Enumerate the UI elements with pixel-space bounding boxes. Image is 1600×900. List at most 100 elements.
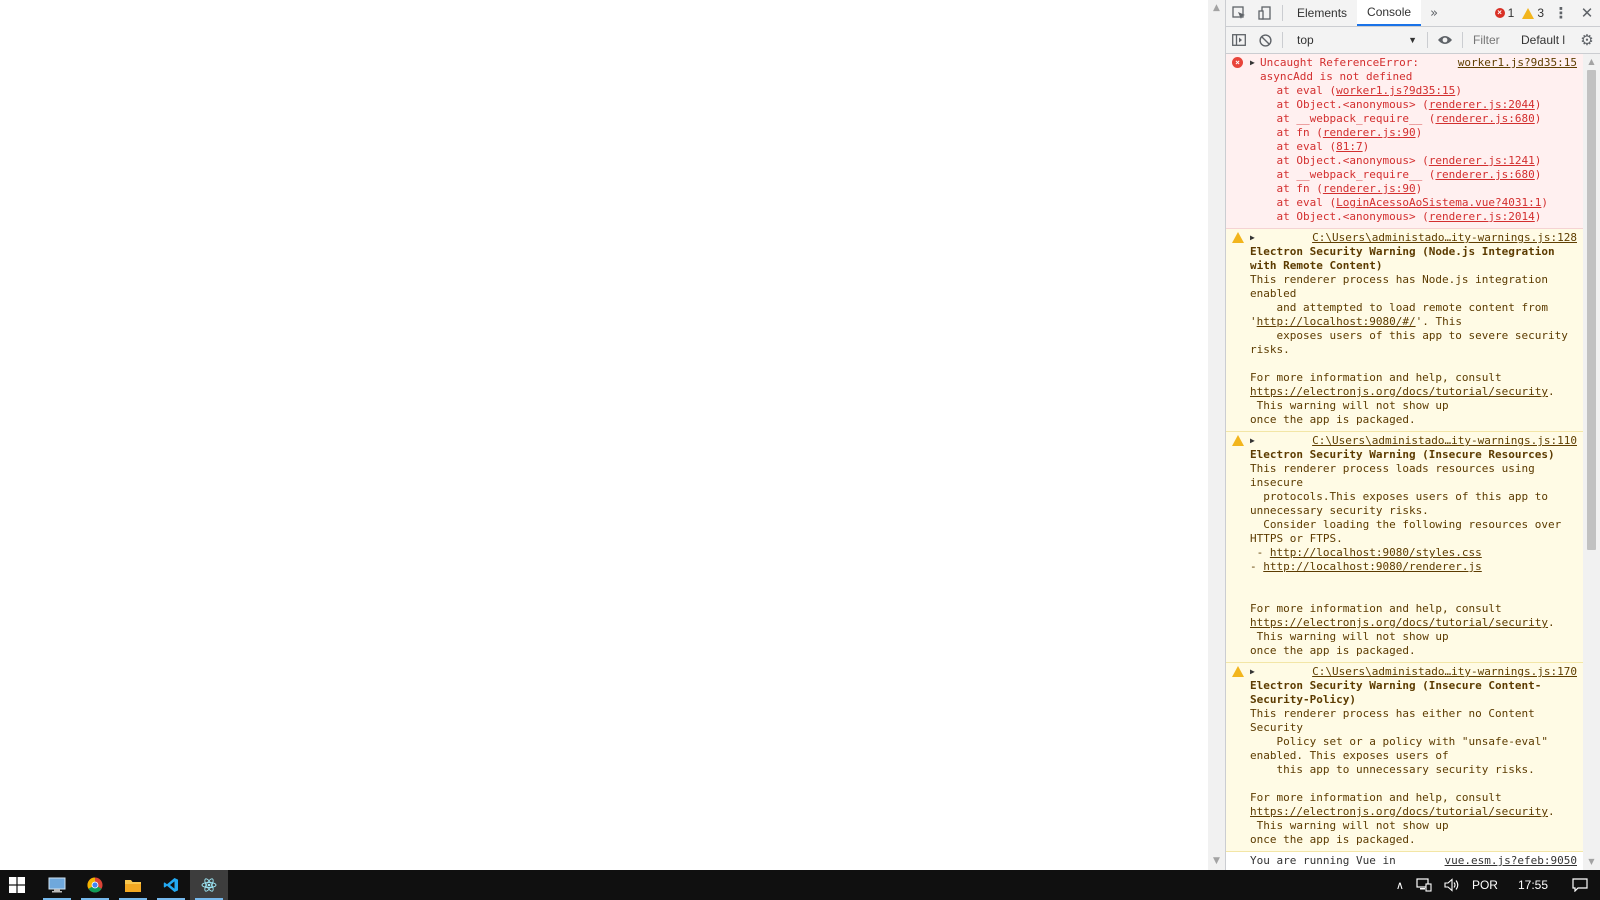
console-warning-message[interactable]: ▶ C:\Users\administado…ity-warnings.js:11…: [1226, 432, 1583, 663]
stack-frame: at eval (worker1.js?9d35:15): [1250, 84, 1577, 98]
taskbar-app-electron[interactable]: [190, 870, 228, 900]
expand-triangle-icon[interactable]: ▶: [1250, 231, 1260, 245]
folder-icon: [125, 879, 141, 892]
stack-frame: at Object.<anonymous> (renderer.js:2014): [1250, 210, 1577, 224]
stack-trace: at eval (worker1.js?9d35:15) at Object.<…: [1250, 84, 1577, 224]
show-hidden-icons-chevron-icon[interactable]: ∧: [1390, 870, 1410, 900]
console-warning-message[interactable]: ▶ C:\Users\administado…ity-warnings.js:17…: [1226, 663, 1583, 852]
warning-text: [1250, 574, 1257, 587]
tab-console[interactable]: Console: [1357, 0, 1422, 26]
warning-link[interactable]: http://localhost:9080/styles.css: [1270, 546, 1482, 559]
warning-text: [1250, 777, 1257, 790]
expand-triangle-icon[interactable]: ▶: [1250, 434, 1260, 448]
stack-frame: at Object.<anonymous> (renderer.js:2044): [1250, 98, 1577, 112]
kebab-menu-icon[interactable]: ⋮: [1548, 0, 1574, 26]
stack-frame-link[interactable]: renderer.js:680: [1435, 168, 1534, 181]
taskbar-app-file-explorer[interactable]: [114, 870, 152, 900]
console-settings-gear-icon[interactable]: ⚙: [1574, 27, 1600, 53]
stack-frame-link[interactable]: LoginAcessoAoSistema.vue?4031:1: [1336, 196, 1541, 209]
warning-link[interactable]: https://electronjs.org/docs/tutorial/sec…: [1250, 385, 1548, 398]
console-error-message[interactable]: × ▶ Uncaught ReferenceError: asyncAdd is…: [1226, 54, 1583, 229]
warning-text: .: [1548, 385, 1555, 398]
console-info-message[interactable]: You are running Vue in vue.esm.js?efeb:9…: [1226, 852, 1583, 870]
warning-link[interactable]: https://electronjs.org/docs/tutorial/sec…: [1250, 616, 1548, 629]
warning-counter[interactable]: 3: [1522, 6, 1544, 20]
taskbar-app-remote-desktop[interactable]: [38, 870, 76, 900]
start-button[interactable]: [0, 870, 34, 900]
warning-body-line: - http://localhost:9080/styles.css: [1250, 546, 1577, 560]
stack-frame-link[interactable]: renderer.js:1241: [1429, 154, 1535, 167]
info-source-link[interactable]: vue.esm.js?efeb:9050: [1445, 854, 1577, 868]
inspect-element-icon[interactable]: [1226, 0, 1252, 26]
clear-console-icon[interactable]: [1252, 27, 1278, 53]
device-toolbar-icon[interactable]: [1252, 0, 1278, 26]
warning-icon: [1232, 232, 1244, 243]
scroll-up-arrow-icon[interactable]: ▲: [1583, 54, 1600, 70]
warning-text: and attempted to load remote content fro…: [1250, 301, 1549, 314]
tab-elements[interactable]: Elements: [1287, 0, 1357, 26]
volume-icon[interactable]: [1438, 870, 1466, 900]
devtools-tabbar: Elements Console » × 1 3 ⋮ ✕: [1226, 0, 1600, 27]
more-tabs-chevron-icon[interactable]: »: [1421, 0, 1447, 26]
stack-frame-link[interactable]: renderer.js:680: [1435, 112, 1534, 125]
scroll-down-arrow-icon[interactable]: ▼: [1583, 854, 1600, 870]
language-indicator[interactable]: POR: [1466, 870, 1504, 900]
warning-text: [1250, 357, 1257, 370]
expand-triangle-icon[interactable]: ▶: [1250, 665, 1260, 679]
stack-frame-link[interactable]: renderer.js:2014: [1429, 210, 1535, 223]
console-toolbar: top ▼ Default levels ⚙: [1226, 27, 1600, 54]
action-center-icon[interactable]: [1562, 870, 1600, 900]
taskbar-app-vscode[interactable]: [152, 870, 190, 900]
log-levels-dropdown[interactable]: Default levels: [1521, 33, 1565, 47]
scroll-up-arrow-icon[interactable]: ▲: [1208, 0, 1225, 17]
toolbar-divider: [1282, 5, 1283, 21]
console-scrollbar[interactable]: ▲ ▼: [1583, 54, 1600, 870]
stack-frame-text: ): [1534, 154, 1542, 167]
stack-frame-link[interactable]: renderer.js:90: [1323, 182, 1416, 195]
live-expression-eye-icon[interactable]: [1432, 27, 1458, 53]
warning-text: This warning will not show up: [1250, 399, 1449, 412]
context-selector[interactable]: top ▼: [1291, 30, 1423, 50]
system-tray: ∧ POR 17:55: [1390, 870, 1600, 900]
console-sidebar-icon[interactable]: [1226, 27, 1252, 53]
warning-source-link[interactable]: C:\Users\administado…ity-warnings.js:110: [1312, 434, 1577, 448]
warning-source-link[interactable]: C:\Users\administado…ity-warnings.js:170: [1312, 665, 1577, 679]
clock[interactable]: 17:55: [1504, 870, 1562, 900]
stack-frame-link[interactable]: renderer.js:2044: [1429, 98, 1535, 111]
warning-text: This renderer process loads resources us…: [1250, 462, 1542, 489]
warning-link[interactable]: http://localhost:9080/renderer.js: [1263, 560, 1482, 573]
stack-frame: at eval (LoginAcessoAoSistema.vue?4031:1…: [1250, 196, 1577, 210]
vscode-icon: [163, 878, 178, 892]
warning-body-line: This renderer process has Node.js integr…: [1250, 273, 1577, 301]
stack-frame-text: at eval (: [1250, 196, 1337, 209]
stack-frame-link[interactable]: renderer.js:90: [1323, 126, 1416, 139]
close-icon[interactable]: ✕: [1574, 0, 1600, 26]
stack-frame: at eval (81:7): [1250, 140, 1577, 154]
stack-frame-link[interactable]: worker1.js?9d35:15: [1336, 84, 1455, 97]
network-icon[interactable]: [1410, 870, 1438, 900]
warning-text: Policy set or a policy with "unsafe-eval…: [1250, 735, 1549, 748]
warning-body-line: this app to unnecessary security risks.: [1250, 763, 1577, 777]
warning-link[interactable]: https://electronjs.org/docs/tutorial/sec…: [1250, 805, 1548, 818]
error-source-link[interactable]: worker1.js?9d35:15: [1458, 56, 1577, 84]
warning-text: ': [1250, 315, 1257, 328]
warning-source-link[interactable]: C:\Users\administado…ity-warnings.js:128: [1312, 231, 1577, 245]
warning-text: This renderer process has either no Cont…: [1250, 707, 1542, 734]
dropdown-arrow-icon: ▼: [1408, 35, 1417, 45]
error-counter[interactable]: × 1: [1494, 6, 1514, 20]
stack-frame-text: ): [1541, 196, 1549, 209]
scrollbar-thumb[interactable]: [1587, 70, 1596, 550]
page-scrollbar[interactable]: ▲ ▼: [1208, 0, 1225, 870]
warning-body-line: - http://localhost:9080/renderer.js: [1250, 560, 1577, 574]
stack-frame-link[interactable]: 81:7: [1336, 140, 1363, 153]
warning-body-line: https://electronjs.org/docs/tutorial/sec…: [1250, 616, 1577, 630]
toolbar-divider: [1427, 32, 1428, 48]
filter-input[interactable]: [1473, 30, 1517, 50]
warning-link[interactable]: http://localhost:9080/#/: [1257, 315, 1416, 328]
scroll-down-arrow-icon[interactable]: ▼: [1208, 853, 1225, 870]
remote-desktop-icon: [48, 877, 66, 893]
warning-text: [1250, 588, 1257, 601]
expand-triangle-icon[interactable]: ▶: [1250, 56, 1260, 84]
taskbar-app-chrome[interactable]: [76, 870, 114, 900]
console-warning-message[interactable]: ▶ C:\Users\administado…ity-warnings.js:12…: [1226, 229, 1583, 432]
